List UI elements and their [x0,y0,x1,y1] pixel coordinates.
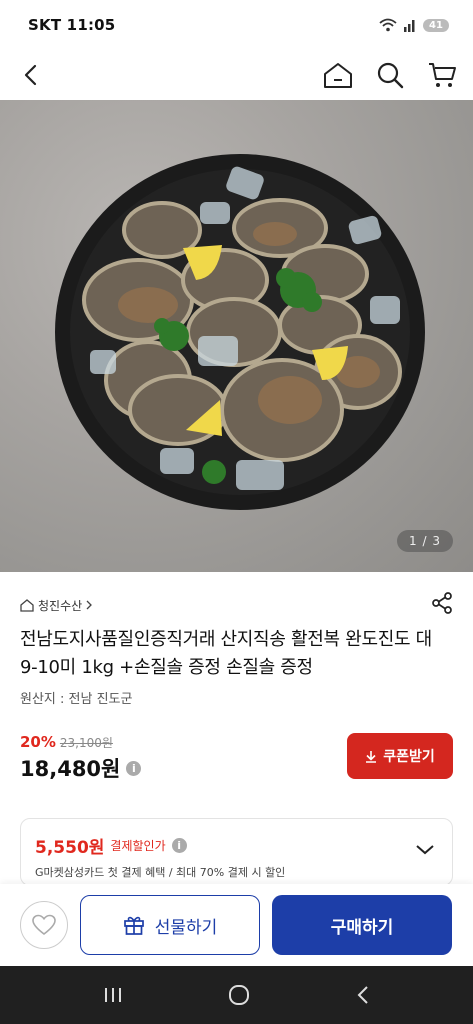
buy-button[interactable]: 구매하기 [272,895,452,955]
price-info-icon[interactable]: i [126,760,142,776]
product-image[interactable]: 1 / 3 [0,100,473,572]
store-name: 청진수산 [38,598,83,613]
battery-icon: 41 [423,18,449,32]
share-icon[interactable] [431,592,453,618]
recent-apps-icon[interactable] [102,985,124,1005]
cart-icon[interactable] [425,58,459,92]
price-info: 20% 23,100원 18,480원 i [20,733,142,783]
card-discount-price: 5,550원 [35,838,105,858]
download-icon [366,750,377,763]
carrier-time: SKT 11:05 [28,16,116,34]
store-row: 청진수산 [20,592,453,618]
status-bar: SKT 11:05 41 [0,0,473,50]
bottom-action-bar: 선물하기 구매하기 [0,884,473,966]
abalone-plate-image [55,154,425,510]
system-navigation-bar [0,966,473,1024]
card-discount-box[interactable]: 5,550원 결제할인가 i G마켓삼성카드 첫 결제 혜택 / 최대 70% … [20,818,453,886]
back-icon[interactable] [14,58,48,92]
back-nav-icon[interactable] [355,984,371,1006]
gift-button[interactable]: 선물하기 [80,895,260,955]
final-price: 18,480원 [20,757,121,781]
store-link[interactable]: 청진수산 [20,597,93,614]
card-price-row: 5,550원 결제할인가 i [35,833,438,858]
home-icon[interactable] [321,58,355,92]
card-info-icon[interactable]: i [171,838,187,853]
origin-text: 원산지 : 전남 진도군 [20,692,133,707]
heart-icon [32,914,56,936]
coupon-label: 쿠폰받기 [383,749,435,765]
status-icons: 41 [379,18,449,32]
gift-icon [123,916,144,935]
discount-row: 20% 23,100원 [20,733,141,751]
discount-rate: 20% [20,733,56,751]
final-price-row: 18,480원 i [20,753,142,783]
gift-label: 선물하기 [154,917,218,938]
card-description: G마켓삼성카드 첫 결제 혜택 / 최대 70% 결제 시 할인 [35,866,286,879]
top-nav [0,50,473,100]
chevron-right-icon [86,600,93,610]
card-discount-label: 결제할인가 [110,839,166,853]
price-block: 20% 23,100원 18,480원 i 쿠폰받기 [20,733,453,783]
coupon-button[interactable]: 쿠폰받기 [347,733,453,779]
search-icon[interactable] [373,58,407,92]
wifi-icon [379,18,397,32]
nav-actions [321,58,459,92]
home-button-icon[interactable] [227,983,251,1007]
wishlist-button[interactable] [20,901,68,949]
signal-icon [404,20,415,32]
product-title: 전남도지사품질인증직거래 산지직송 활전복 완도진도 대 9-10미 1kg +… [20,629,432,678]
original-price: 23,100원 [59,736,113,750]
shop-home-icon [20,598,34,612]
product-info: 청진수산 전남도지사품질인증직거래 산지직송 활전복 완도진도 대 9-10미 … [0,572,473,783]
chevron-down-icon[interactable] [416,845,434,855]
image-counter: 1 / 3 [397,530,453,552]
